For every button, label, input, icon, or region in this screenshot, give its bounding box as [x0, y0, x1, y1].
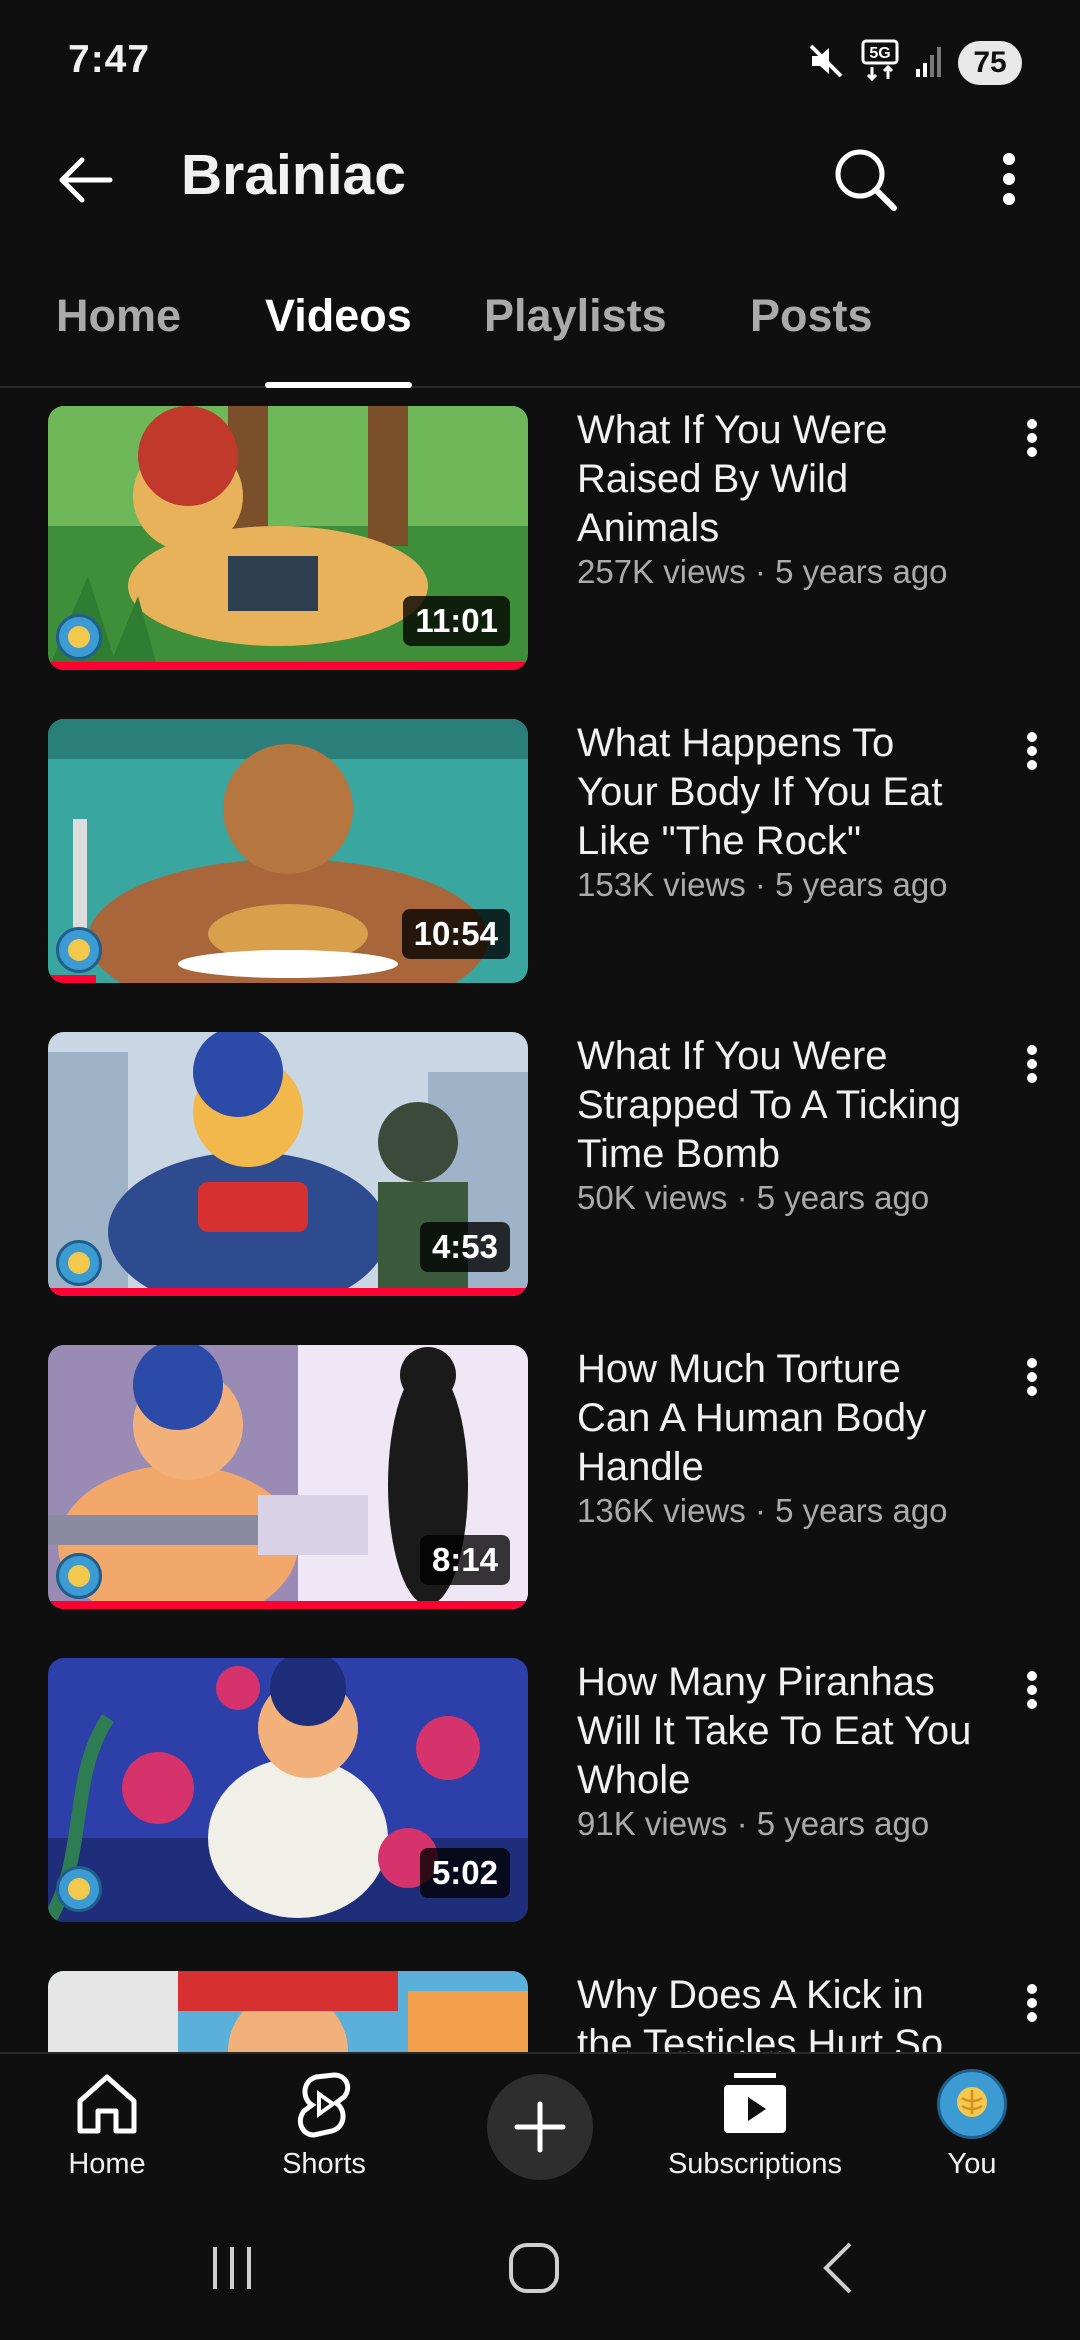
system-back-button[interactable]	[793, 2228, 883, 2308]
video-item[interactable]: 5:02 How Many Piranhas Will It Take To E…	[0, 1642, 1080, 1942]
video-meta: 91K views · 5 years ago	[577, 1805, 930, 1842]
watch-progress-bar	[48, 1288, 528, 1296]
more-vert-icon	[1027, 1045, 1037, 1083]
duration-badge: 10:54	[401, 909, 510, 959]
thumbnail-art	[48, 1971, 528, 2052]
video-item[interactable]: 10:54 What Happens To Your Body If You E…	[0, 703, 1080, 1003]
signal-icon	[914, 43, 944, 84]
video-menu-button[interactable]	[1012, 408, 1052, 468]
recent-apps-button[interactable]	[187, 2228, 277, 2308]
home-icon	[74, 2066, 140, 2142]
channel-badge-icon	[56, 614, 102, 660]
watch-progress-bar	[48, 662, 528, 670]
page-title: Brainiac	[181, 143, 406, 207]
nav-subscriptions[interactable]: Subscriptions	[660, 2066, 850, 2196]
channel-header: Brainiac	[0, 120, 1080, 230]
video-menu-button[interactable]	[1012, 1973, 1052, 2033]
status-bar: 7:47 5G 75	[0, 0, 1080, 120]
video-thumbnail[interactable]: 11:01	[48, 406, 528, 670]
video-list: 11:01 What If You Were Raised By Wild An…	[0, 390, 1080, 2052]
tab-home[interactable]: Home	[56, 290, 181, 388]
video-item[interactable]: 4:53 What If You Were Strapped To A Tick…	[0, 1016, 1080, 1316]
channel-badge-icon	[56, 927, 102, 973]
video-item[interactable]: Why Does A Kick in the Testicles Hurt So	[0, 1955, 1080, 2052]
channel-tabs: Home Videos Playlists Posts	[0, 270, 1080, 388]
more-options-button[interactable]	[980, 136, 1038, 222]
watch-progress-bar	[48, 1601, 528, 1609]
svg-text:5G: 5G	[869, 45, 890, 62]
video-meta: 136K views · 5 years ago	[577, 1492, 948, 1529]
channel-badge-icon	[56, 1553, 102, 1599]
video-meta: 50K views · 5 years ago	[577, 1179, 930, 1216]
video-meta: 257K views · 5 years ago	[577, 553, 948, 590]
mute-icon	[806, 41, 846, 86]
status-icons: 5G 75	[806, 38, 1022, 88]
video-menu-button[interactable]	[1012, 1347, 1052, 1407]
duration-badge: 5:02	[419, 1848, 510, 1898]
back-chevron-icon	[823, 2242, 852, 2294]
avatar-icon	[937, 2069, 1007, 2139]
search-button[interactable]	[822, 136, 908, 222]
shorts-icon	[294, 2066, 354, 2142]
video-meta: 153K views · 5 years ago	[577, 866, 948, 903]
nav-label: Home	[68, 2148, 146, 2180]
more-vert-icon	[1027, 1984, 1037, 2022]
plus-icon	[514, 2101, 566, 2153]
more-vert-icon	[1003, 153, 1015, 205]
nav-label: Shorts	[282, 2148, 366, 2180]
duration-badge: 11:01	[403, 596, 510, 646]
system-navigation-bar	[0, 2200, 1080, 2340]
recent-apps-icon	[213, 2247, 251, 2289]
5g-icon: 5G	[860, 39, 900, 88]
system-home-button[interactable]	[489, 2228, 579, 2308]
nav-you[interactable]: You	[922, 2066, 1022, 2196]
channel-badge-icon	[56, 1240, 102, 1286]
back-arrow-icon	[59, 157, 113, 203]
video-thumbnail[interactable]: 8:14	[48, 1345, 528, 1609]
nav-shorts[interactable]: Shorts	[269, 2066, 379, 2196]
more-vert-icon	[1027, 419, 1037, 457]
tab-playlists[interactable]: Playlists	[484, 290, 667, 388]
tab-videos[interactable]: Videos	[265, 290, 412, 388]
home-circle-icon	[509, 2243, 559, 2293]
video-title[interactable]: What If You Were Raised By Wild Animals	[577, 406, 977, 553]
back-button[interactable]	[44, 140, 124, 220]
video-menu-button[interactable]	[1012, 1034, 1052, 1094]
more-vert-icon	[1027, 1671, 1037, 1709]
create-button[interactable]	[487, 2074, 593, 2180]
tab-posts[interactable]: Posts	[750, 290, 873, 388]
video-menu-button[interactable]	[1012, 721, 1052, 781]
video-thumbnail[interactable]: 10:54	[48, 719, 528, 983]
battery-icon: 75	[958, 41, 1022, 85]
more-vert-icon	[1027, 732, 1037, 770]
video-menu-button[interactable]	[1012, 1660, 1052, 1720]
nav-label: You	[947, 2148, 997, 2180]
more-vert-icon	[1027, 1358, 1037, 1396]
video-thumbnail[interactable]: 5:02	[48, 1658, 528, 1922]
video-item[interactable]: 8:14 How Much Torture Can A Human Body H…	[0, 1329, 1080, 1629]
status-time: 7:47	[68, 38, 151, 81]
search-icon	[835, 149, 897, 211]
duration-badge: 8:14	[419, 1535, 510, 1585]
video-thumbnail[interactable]	[48, 1971, 528, 2052]
video-item[interactable]: 11:01 What If You Were Raised By Wild An…	[0, 390, 1080, 690]
channel-badge-icon	[56, 1866, 102, 1912]
nav-home[interactable]: Home	[52, 2066, 162, 2196]
video-title[interactable]: How Many Piranhas Will It Take To Eat Yo…	[577, 1658, 977, 1805]
video-title[interactable]: What Happens To Your Body If You Eat Lik…	[577, 719, 977, 866]
duration-badge: 4:53	[419, 1222, 510, 1272]
video-thumbnail[interactable]: 4:53	[48, 1032, 528, 1296]
video-title[interactable]: How Much Torture Can A Human Body Handle	[577, 1345, 977, 1492]
video-title[interactable]: What If You Were Strapped To A Ticking T…	[577, 1032, 977, 1179]
bottom-navigation: Home Shorts Subscriptions You	[0, 2052, 1080, 2200]
watch-progress-bar	[48, 975, 96, 983]
subscriptions-icon	[720, 2066, 790, 2142]
video-title[interactable]: Why Does A Kick in the Testicles Hurt So	[577, 1971, 977, 2052]
nav-label: Subscriptions	[667, 2148, 843, 2180]
